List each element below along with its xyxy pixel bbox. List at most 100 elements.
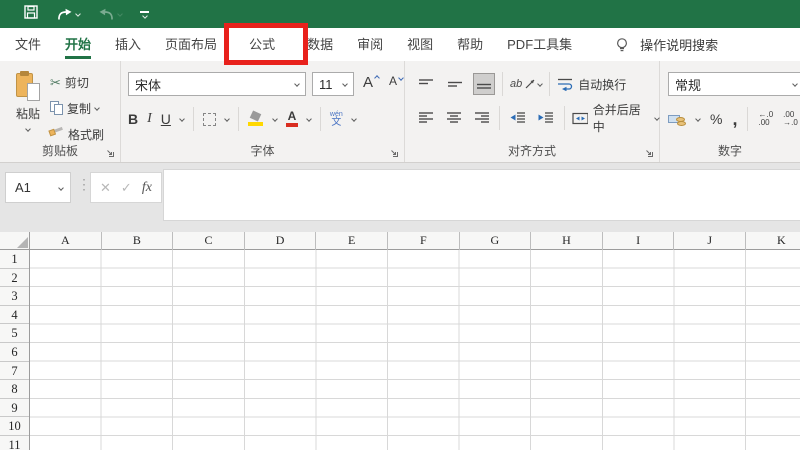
- column-header-D[interactable]: D: [245, 232, 317, 250]
- column-header-F[interactable]: F: [388, 232, 460, 250]
- font-group-label: 字体: [121, 142, 404, 159]
- tab-pdf-tools[interactable]: PDF工具集: [495, 29, 584, 60]
- scissors-icon: ✂: [50, 76, 61, 89]
- select-all-corner[interactable]: [0, 232, 30, 250]
- borders-dropdown-icon[interactable]: [224, 116, 230, 122]
- fill-color-icon[interactable]: [248, 112, 264, 126]
- column-header-B[interactable]: B: [102, 232, 174, 250]
- ribbon-tab-row: 文件 开始 插入 页面布局 公式 数据 审阅 视图 帮助 PDF工具集 操作说明…: [0, 28, 800, 61]
- ribbon: 粘贴 ✂ 剪切 复制 格式刷 剪贴板 宋体 11: [0, 61, 800, 163]
- clipboard-group: 粘贴 ✂ 剪切 复制 格式刷 剪贴板: [0, 61, 121, 162]
- paste-dropdown-icon[interactable]: [25, 126, 31, 132]
- orientation-button[interactable]: ab: [510, 78, 542, 90]
- font-name-dropdown-icon[interactable]: [294, 81, 300, 87]
- merge-center-dropdown-icon[interactable]: [654, 115, 660, 121]
- tab-file[interactable]: 文件: [3, 29, 53, 60]
- tab-home[interactable]: 开始: [53, 29, 103, 60]
- number-format-dropdown-icon[interactable]: [792, 81, 798, 87]
- spreadsheet-cells[interactable]: [30, 250, 800, 450]
- clipboard-dialog-launcher-icon[interactable]: [105, 148, 115, 158]
- customize-quick-access-icon[interactable]: [140, 11, 149, 18]
- align-left-button[interactable]: [415, 107, 436, 129]
- top-align-button[interactable]: [415, 73, 437, 95]
- fill-color-dropdown-icon[interactable]: [272, 116, 278, 122]
- decrease-font-caret-icon: [398, 75, 404, 81]
- row-header-1[interactable]: 1: [0, 250, 29, 269]
- column-header-A[interactable]: A: [30, 232, 102, 250]
- column-header-C[interactable]: C: [173, 232, 245, 250]
- column-header-J[interactable]: J: [674, 232, 746, 250]
- row-header-3[interactable]: 3: [0, 287, 29, 306]
- alignment-dialog-launcher-icon[interactable]: [644, 148, 654, 158]
- copy-dropdown-icon[interactable]: [94, 105, 100, 111]
- decrease-decimal-button[interactable]: .00 →.0: [783, 111, 798, 127]
- middle-align-button[interactable]: [444, 73, 466, 95]
- comma-style-button[interactable]: ,: [732, 114, 737, 124]
- tab-view[interactable]: 视图: [395, 29, 445, 60]
- italic-button[interactable]: I: [147, 111, 152, 127]
- tab-review[interactable]: 审阅: [345, 29, 395, 60]
- borders-icon[interactable]: [203, 113, 216, 126]
- wrap-text-button[interactable]: 自动换行: [557, 76, 626, 93]
- cancel-icon[interactable]: ✕: [100, 180, 111, 196]
- name-box-dropdown-icon[interactable]: [58, 185, 64, 191]
- align-right-button[interactable]: [471, 107, 492, 129]
- copy-button[interactable]: 复制: [50, 99, 99, 117]
- orientation-dropdown-icon[interactable]: [537, 81, 543, 87]
- insert-function-icon[interactable]: fx: [142, 180, 152, 196]
- merge-center-icon: [572, 112, 588, 125]
- font-size-dropdown-icon[interactable]: [342, 81, 348, 87]
- increase-indent-button[interactable]: [535, 107, 556, 129]
- bold-button[interactable]: B: [128, 111, 138, 127]
- redo-dropdown-icon[interactable]: [75, 11, 81, 17]
- phonetic-guide-button[interactable]: wén 文: [330, 111, 343, 128]
- font-color-button[interactable]: A: [286, 111, 298, 127]
- enter-icon[interactable]: ✓: [121, 180, 132, 196]
- font-name-select[interactable]: 宋体: [128, 72, 306, 96]
- phonetic-dropdown-icon[interactable]: [351, 116, 357, 122]
- accounting-format-icon[interactable]: [668, 113, 686, 126]
- column-header-E[interactable]: E: [316, 232, 388, 250]
- tab-insert[interactable]: 插入: [103, 29, 153, 60]
- font-color-dropdown-icon[interactable]: [306, 116, 312, 122]
- column-headers: ABCDEFGHIJK: [30, 232, 800, 250]
- tab-help[interactable]: 帮助: [445, 29, 495, 60]
- decrease-indent-button[interactable]: [507, 107, 528, 129]
- row-header-11[interactable]: 11: [0, 436, 29, 450]
- decrease-font-size-button[interactable]: A: [389, 74, 397, 88]
- redo-button[interactable]: [56, 8, 80, 21]
- column-header-H[interactable]: H: [531, 232, 603, 250]
- row-header-10[interactable]: 10: [0, 417, 29, 436]
- bottom-align-button[interactable]: [473, 73, 495, 95]
- row-header-2[interactable]: 2: [0, 269, 29, 288]
- merge-center-button[interactable]: 合并后居中: [572, 101, 659, 135]
- row-header-8[interactable]: 8: [0, 380, 29, 399]
- underline-button[interactable]: U: [161, 111, 171, 127]
- column-header-K[interactable]: K: [746, 232, 800, 250]
- paste-button[interactable]: 粘贴: [6, 67, 50, 151]
- tell-me-search[interactable]: 操作说明搜索: [640, 35, 718, 54]
- row-header-5[interactable]: 5: [0, 324, 29, 343]
- name-box[interactable]: A1: [5, 172, 71, 203]
- formula-bar-input[interactable]: [163, 169, 800, 221]
- row-header-6[interactable]: 6: [0, 343, 29, 362]
- alignment-group-label: 对齐方式: [405, 142, 659, 159]
- center-button[interactable]: [443, 107, 464, 129]
- row-header-4[interactable]: 4: [0, 306, 29, 325]
- font-dialog-launcher-icon[interactable]: [389, 148, 399, 158]
- font-size-select[interactable]: 11: [312, 72, 354, 96]
- format-painter-button[interactable]: 格式刷: [50, 125, 104, 143]
- number-format-select[interactable]: 常规: [668, 72, 800, 96]
- increase-font-size-button[interactable]: A: [363, 74, 373, 91]
- column-header-G[interactable]: G: [460, 232, 532, 250]
- accounting-dropdown-icon[interactable]: [695, 116, 701, 122]
- row-header-9[interactable]: 9: [0, 399, 29, 418]
- increase-decimal-button[interactable]: ←.0 .00: [758, 111, 773, 127]
- save-icon[interactable]: [24, 5, 38, 24]
- underline-dropdown-icon[interactable]: [179, 116, 185, 122]
- column-header-I[interactable]: I: [603, 232, 675, 250]
- row-header-7[interactable]: 7: [0, 362, 29, 381]
- cut-button[interactable]: ✂ 剪切: [50, 73, 89, 91]
- percent-style-button[interactable]: %: [710, 111, 722, 127]
- tab-page-layout[interactable]: 页面布局: [153, 29, 229, 60]
